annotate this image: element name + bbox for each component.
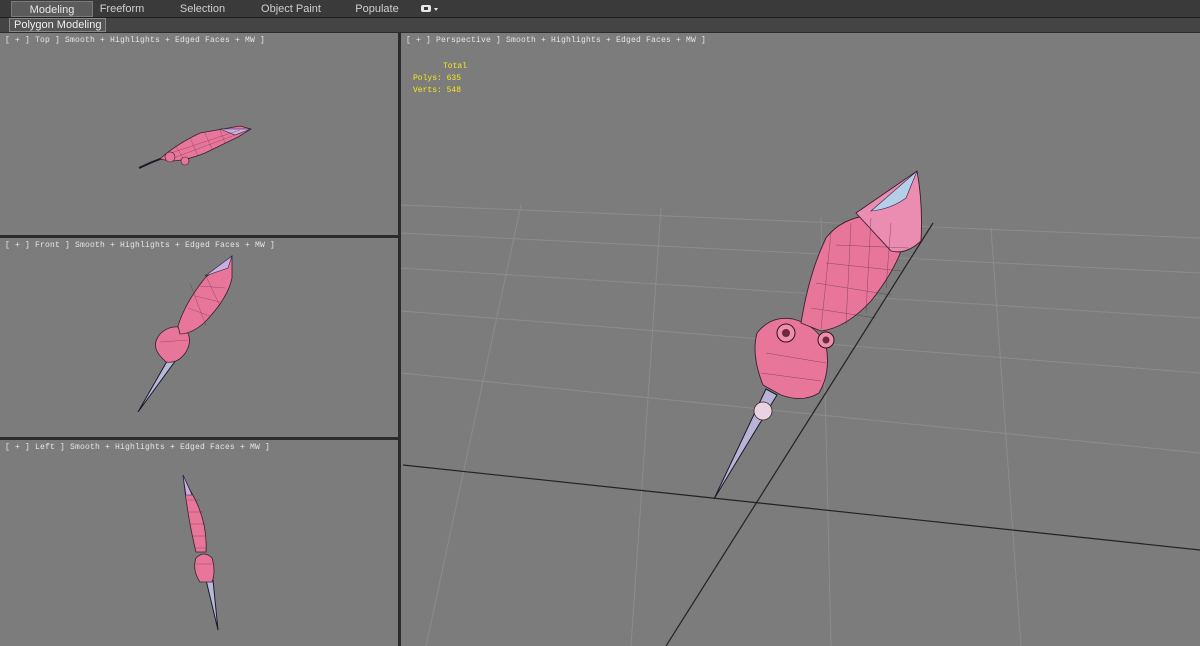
tab-object-paint[interactable]: Object Paint — [255, 1, 327, 17]
tab-populate[interactable]: Populate — [350, 1, 404, 17]
polygon-modeling-tab[interactable]: Polygon Modeling — [9, 18, 107, 32]
grid-lines — [401, 204, 1200, 646]
ribbon-sub-panel: Polygon Modeling — [0, 18, 1200, 32]
viewport-left[interactable]: [ + ] Left ] Smooth + Highlights + Edged… — [0, 440, 398, 646]
viewport-top[interactable]: [ + ] Top ] Smooth + Highlights + Edged … — [0, 33, 398, 235]
viewport-front[interactable]: [ + ] Front ] Smooth + Highlights + Edge… — [0, 238, 398, 437]
tab-modeling[interactable]: Modeling — [11, 1, 93, 17]
tab-selection[interactable]: Selection — [175, 1, 230, 17]
axis-lines — [402, 222, 1200, 646]
ribbon-options-dropdown-icon[interactable] — [420, 3, 440, 15]
ribbon-toolbar: Modeling Freeform Selection Object Paint… — [0, 0, 1200, 18]
tab-freeform[interactable]: Freeform — [96, 1, 148, 17]
viewport-perspective[interactable]: [ + ] Perspective ] Smooth + Highlights … — [401, 33, 1200, 646]
perspective-grid-and-model — [401, 170, 1200, 646]
squid-model-left-view — [182, 474, 219, 631]
squid-model-front-view — [137, 255, 233, 413]
squid-model-top-view — [138, 125, 252, 169]
